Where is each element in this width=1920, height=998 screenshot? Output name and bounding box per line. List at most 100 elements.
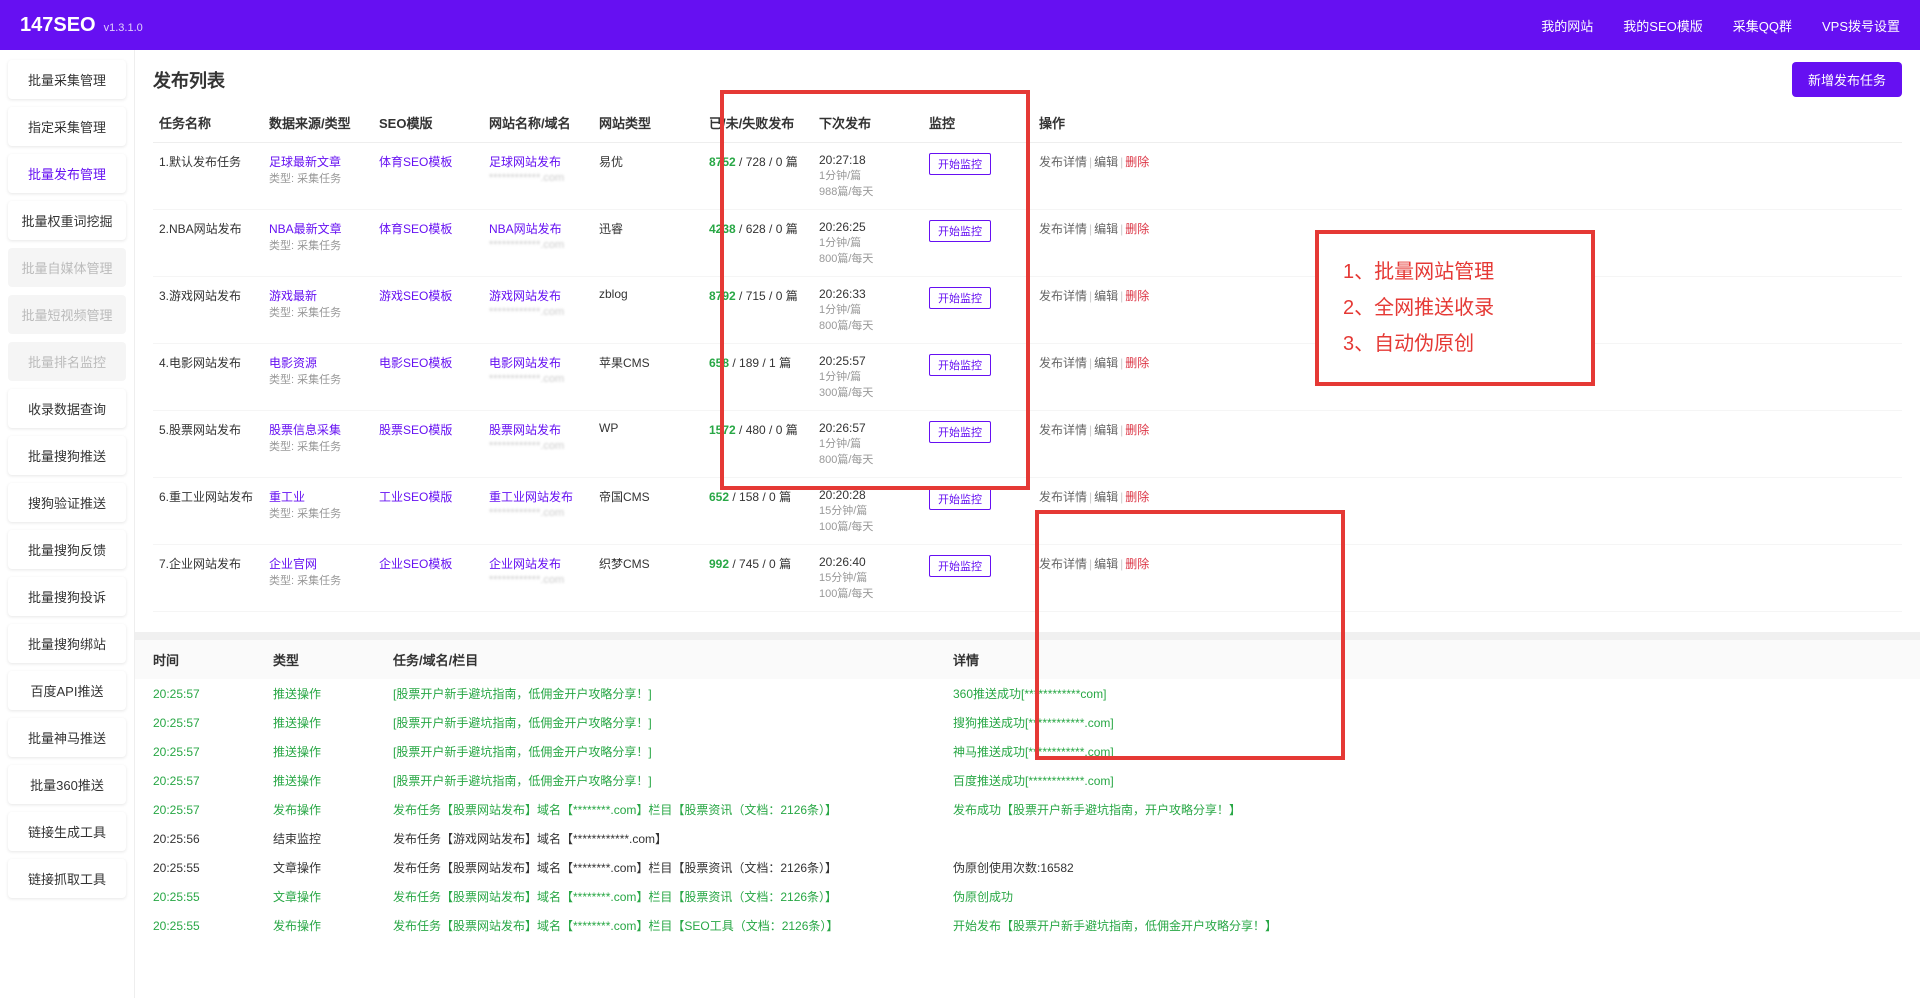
op-detail[interactable]: 发布详情 (1039, 155, 1087, 169)
template-link[interactable]: 体育SEO模板 (379, 222, 452, 236)
op-detail[interactable]: 发布详情 (1039, 222, 1087, 236)
op-detail[interactable]: 发布详情 (1039, 490, 1087, 504)
op-detail[interactable]: 发布详情 (1039, 356, 1087, 370)
new-task-button[interactable]: 新增发布任务 (1792, 62, 1902, 97)
op-delete[interactable]: 删除 (1125, 289, 1149, 303)
annotation-line: 2、全网推送收录 (1343, 290, 1567, 326)
log-col-header: 类型 (255, 640, 375, 679)
col-header: 网站类型 (593, 103, 703, 143)
site-link[interactable]: 企业网站发布 (489, 557, 561, 571)
source-link[interactable]: 股票信息采集 (269, 423, 341, 437)
log-detail (935, 824, 1920, 853)
sidebar-item-9[interactable]: 搜狗验证推送 (8, 483, 126, 522)
table-row: 5.股票网站发布股票信息采集类型: 采集任务股票SEO模版股票网站发布*****… (153, 411, 1902, 478)
sidebar-item-16[interactable]: 链接生成工具 (8, 812, 126, 851)
template-link[interactable]: 电影SEO模板 (379, 356, 452, 370)
sidebar-item-2[interactable]: 批量发布管理 (8, 154, 126, 193)
col-header: 下次发布 (813, 103, 923, 143)
site-link[interactable]: NBA网站发布 (489, 222, 562, 236)
template-link[interactable]: 游戏SEO模板 (379, 289, 452, 303)
domain: ************.com (489, 172, 564, 184)
template-link[interactable]: 企业SEO模板 (379, 557, 452, 571)
op-edit[interactable]: 编辑 (1094, 423, 1118, 437)
sidebar-item-17[interactable]: 链接抓取工具 (8, 859, 126, 898)
source-link[interactable]: 企业官网 (269, 557, 317, 571)
nav-vps-dial[interactable]: VPS拨号设置 (1822, 16, 1900, 35)
op-delete[interactable]: 删除 (1125, 557, 1149, 571)
next-publish: 20:26:251分钟/篇800篇/每天 (813, 210, 923, 277)
table-row: 2.NBA网站发布NBA最新文章类型: 采集任务体育SEO模板NBA网站发布**… (153, 210, 1902, 277)
col-header: 任务名称 (153, 103, 263, 143)
op-detail[interactable]: 发布详情 (1039, 557, 1087, 571)
source-link[interactable]: 电影资源 (269, 356, 317, 370)
site-link[interactable]: 股票网站发布 (489, 423, 561, 437)
header-nav: 我的网站 我的SEO模版 采集QQ群 VPS拨号设置 (1541, 16, 1900, 35)
sidebar-item-15[interactable]: 批量360推送 (8, 765, 126, 804)
monitor-button[interactable]: 开始监控 (929, 354, 991, 376)
sidebar-item-13[interactable]: 百度API推送 (8, 671, 126, 710)
op-delete[interactable]: 删除 (1125, 356, 1149, 370)
site-link[interactable]: 游戏网站发布 (489, 289, 561, 303)
monitor-button[interactable]: 开始监控 (929, 488, 991, 510)
source-link[interactable]: 足球最新文章 (269, 155, 341, 169)
sidebar-item-1[interactable]: 指定采集管理 (8, 107, 126, 146)
monitor-button[interactable]: 开始监控 (929, 287, 991, 309)
site-type: 帝国CMS (593, 478, 703, 545)
op-edit[interactable]: 编辑 (1094, 155, 1118, 169)
log-time: 20:25:55 (135, 882, 255, 911)
monitor-button[interactable]: 开始监控 (929, 421, 991, 443)
publish-count: 4238 / 628 / 0 篇 (703, 210, 813, 277)
site-type: 织梦CMS (593, 545, 703, 612)
op-delete[interactable]: 删除 (1125, 222, 1149, 236)
nav-my-sites[interactable]: 我的网站 (1541, 16, 1593, 35)
source-type: 类型: 采集任务 (269, 575, 341, 587)
log-type: 发布操作 (255, 795, 375, 824)
nav-my-templates[interactable]: 我的SEO模版 (1623, 16, 1702, 35)
sidebar-item-10[interactable]: 批量搜狗反馈 (8, 530, 126, 569)
sidebar-item-7[interactable]: 收录数据查询 (8, 389, 126, 428)
site-type: 易优 (593, 143, 703, 210)
log-time: 20:25:57 (135, 795, 255, 824)
nav-qq-group[interactable]: 采集QQ群 (1733, 16, 1792, 35)
source-link[interactable]: NBA最新文章 (269, 222, 342, 236)
template-link[interactable]: 体育SEO模板 (379, 155, 452, 169)
op-delete[interactable]: 删除 (1125, 423, 1149, 437)
source-link[interactable]: 重工业 (269, 490, 305, 504)
site-type: 苹果CMS (593, 344, 703, 411)
domain: ************.com (489, 373, 564, 385)
site-link[interactable]: 电影网站发布 (489, 356, 561, 370)
sidebar-item-0[interactable]: 批量采集管理 (8, 60, 126, 99)
app-logo: 147SEO (20, 14, 96, 37)
monitor-button[interactable]: 开始监控 (929, 555, 991, 577)
publish-count: 658 / 189 / 1 篇 (703, 344, 813, 411)
op-edit[interactable]: 编辑 (1094, 222, 1118, 236)
monitor-button[interactable]: 开始监控 (929, 153, 991, 175)
op-detail[interactable]: 发布详情 (1039, 423, 1087, 437)
site-type: zblog (593, 277, 703, 344)
log-row: 20:25:57推送操作[股票开户新手避坑指南，低佣金开户攻略分享！]360推送… (135, 679, 1920, 708)
op-delete[interactable]: 删除 (1125, 490, 1149, 504)
op-edit[interactable]: 编辑 (1094, 289, 1118, 303)
next-publish: 20:27:181分钟/篇988篇/每天 (813, 143, 923, 210)
template-link[interactable]: 工业SEO模版 (379, 490, 452, 504)
domain: ************.com (489, 574, 564, 586)
log-detail: 神马推送成功[************.com] (935, 737, 1920, 766)
template-link[interactable]: 股票SEO模版 (379, 423, 452, 437)
log-row: 20:25:55发布操作发布任务【股票网站发布】域名【********.com】… (135, 911, 1920, 940)
op-delete[interactable]: 删除 (1125, 155, 1149, 169)
op-edit[interactable]: 编辑 (1094, 490, 1118, 504)
op-detail[interactable]: 发布详情 (1039, 289, 1087, 303)
sidebar-item-3[interactable]: 批量权重词挖掘 (8, 201, 126, 240)
domain: ************.com (489, 507, 564, 519)
op-edit[interactable]: 编辑 (1094, 557, 1118, 571)
monitor-button[interactable]: 开始监控 (929, 220, 991, 242)
sidebar-item-8[interactable]: 批量搜狗推送 (8, 436, 126, 475)
source-link[interactable]: 游戏最新 (269, 289, 317, 303)
site-link[interactable]: 足球网站发布 (489, 155, 561, 169)
site-link[interactable]: 重工业网站发布 (489, 490, 573, 504)
domain: ************.com (489, 440, 564, 452)
sidebar-item-14[interactable]: 批量神马推送 (8, 718, 126, 757)
sidebar-item-11[interactable]: 批量搜狗投诉 (8, 577, 126, 616)
op-edit[interactable]: 编辑 (1094, 356, 1118, 370)
sidebar-item-12[interactable]: 批量搜狗绑站 (8, 624, 126, 663)
